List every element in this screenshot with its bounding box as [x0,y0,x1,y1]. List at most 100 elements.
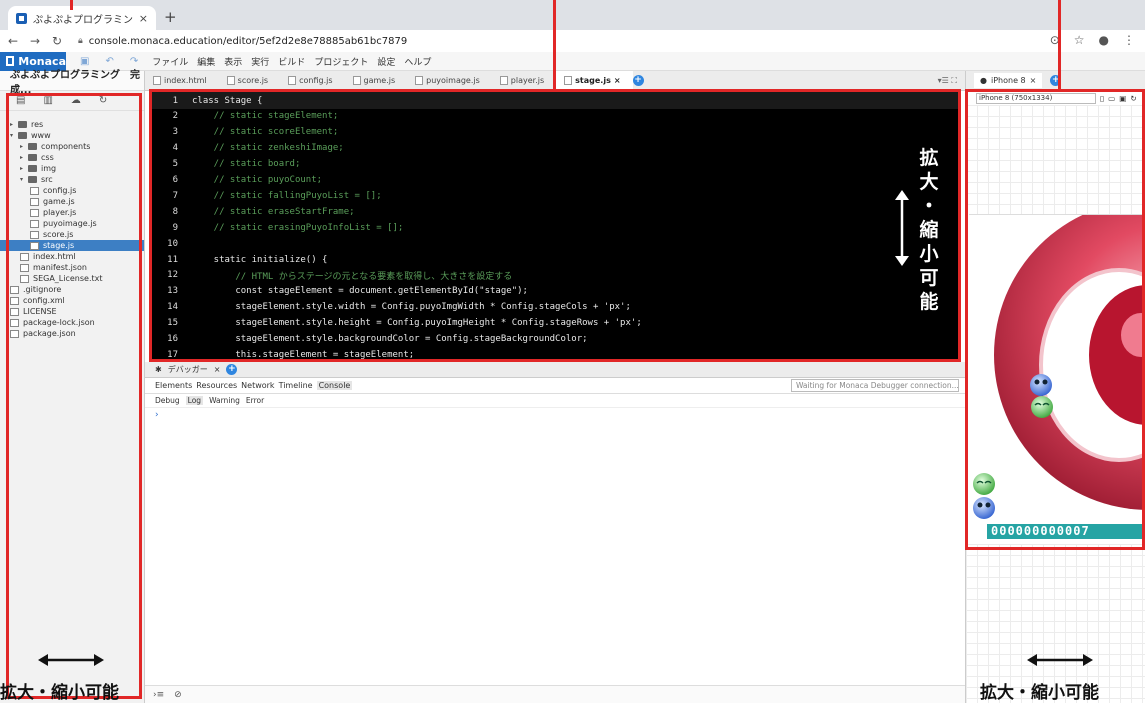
browser-tab[interactable]: ぷよぷよプログラミング 完成 × [8,6,156,30]
tree-file[interactable]: puyoimage.js [0,218,144,229]
debugger-tab[interactable]: Network [241,381,274,390]
menu-item[interactable]: 編集 [197,55,215,68]
more-menu-icon[interactable]: ⋮ [1123,33,1135,47]
debugger-status-select[interactable]: Waiting for Monaca Debugger connection..… [791,379,959,392]
url-text[interactable]: console.monaca.education/editor/5ef2d2e8… [89,36,407,47]
expand-arrow-icon[interactable]: ▸ [20,143,28,150]
debugger-tab[interactable]: Resources [196,381,237,390]
add-tab-icon[interactable]: + [632,75,644,86]
close-preview-icon[interactable]: × [1030,76,1037,85]
tree-file[interactable]: stage.js [0,240,144,251]
debugger-tab[interactable]: Console [316,381,353,390]
console-prompt[interactable]: › [145,408,965,420]
device-select[interactable]: iPhone 8 (750x1334) [976,92,1096,104]
expand-arrow-icon[interactable]: ▾ [10,132,18,139]
tree-file[interactable]: LICENSE [0,306,144,317]
editor-tab[interactable]: puyoimage.js [407,71,492,91]
file-icon [30,219,39,228]
landscape-icon[interactable]: ▭ [1108,94,1115,103]
new-folder-icon[interactable]: ▥ [43,95,52,106]
add-panel-icon[interactable]: + [226,364,238,375]
forward-icon[interactable]: → [26,34,44,48]
tree-file[interactable]: player.js [0,207,144,218]
log-level-tab[interactable]: Log [185,396,204,405]
bookmark-star-icon[interactable]: ☆ [1074,33,1085,47]
code-text: // static eraseStartFrame; [192,206,355,217]
app-menu-bar: Monaca ▣ ↶ ↷ ファイル 編集 表示 実行 ビルド プロジェクト 設定 ヘルプ [0,51,1145,71]
main-menu: ファイル 編集 表示 実行 ビルド プロジェクト 設定 ヘルプ [152,55,431,68]
close-tab-icon[interactable]: × [139,12,148,25]
tree-file[interactable]: package-lock.json [0,317,144,328]
menu-item[interactable]: 設定 [377,55,395,68]
editor-tab[interactable]: score.js [219,71,280,91]
tree-file[interactable]: score.js [0,229,144,240]
file-icon [10,285,19,294]
editor-tab-label: config.js [299,76,333,85]
close-debugger-icon[interactable]: × [214,365,221,374]
editor-tab[interactable]: config.js [280,71,344,91]
editor-tab[interactable]: index.html [145,71,219,91]
expand-arrow-icon[interactable]: ▸ [20,154,28,161]
reload-icon[interactable]: ↻ [48,34,66,48]
tree-file[interactable]: SEGA_License.txt [0,273,144,284]
debugger-tab[interactable]: Timeline [279,381,313,390]
log-level-tab[interactable]: Debug [155,396,180,405]
tree-file[interactable]: index.html [0,251,144,262]
menu-item[interactable]: 表示 [224,55,242,68]
portrait-icon[interactable]: ▯ [1100,94,1104,103]
log-level-tab[interactable]: Warning [209,396,240,405]
console-input-icon[interactable]: ›≡ [153,690,164,700]
horizontal-resize-arrow-left-icon [38,654,104,666]
editor-tab[interactable]: game.js [345,71,408,91]
code-text: stageElement.style.backgroundColor = Con… [192,334,588,344]
menu-item[interactable]: プロジェクト [314,55,368,68]
tree-folder[interactable]: ▸ res [0,119,144,130]
tree-file[interactable]: .gitignore [0,284,144,295]
menu-item[interactable]: 実行 [251,55,269,68]
reload-preview-icon[interactable]: ↻ [1130,94,1136,103]
editor-tab[interactable]: stage.js × [556,70,633,91]
editor-tab[interactable]: player.js [492,71,556,91]
log-level-tab[interactable]: Error [246,396,264,405]
editor-tab-label: score.js [237,76,269,85]
file-icon [10,296,19,305]
expand-arrow-icon[interactable]: ▸ [20,165,28,172]
tree-folder[interactable]: ▸ components [0,141,144,152]
tree-file[interactable]: config.js [0,185,144,196]
refresh-icon[interactable]: ↻ [99,95,107,106]
vertical-resize-label: 拡大・縮小可能 [917,146,941,314]
puyo-blue-bottom [973,497,995,519]
tree-folder[interactable]: ▸ css [0,152,144,163]
code-text: static initialize() { [192,254,328,265]
clear-console-icon[interactable]: ⊘ [174,690,182,700]
tree-item-label: res [31,120,44,129]
new-file-icon[interactable]: ▤ [16,95,25,106]
tree-file[interactable]: config.xml [0,295,144,306]
tree-item-label: www [31,131,51,140]
screenshot-icon[interactable]: ▣ [1119,94,1126,103]
expand-arrow-icon[interactable]: ▸ [10,121,18,128]
menu-item[interactable]: ヘルプ [404,55,431,68]
tree-folder[interactable]: ▾ www [0,130,144,141]
folder-icon [28,154,37,161]
tree-folder[interactable]: ▾ src [0,174,144,185]
close-editor-tab-icon[interactable]: × [614,76,621,85]
tree-file[interactable]: manifest.json [0,262,144,273]
upload-icon[interactable]: ☁ [71,95,81,106]
preview-tab[interactable]: ● iPhone 8 × [974,73,1043,88]
tree-file[interactable]: game.js [0,196,144,207]
new-tab-icon[interactable]: + [164,8,177,26]
debugger-tab[interactable]: Elements [155,381,192,390]
game-stage [973,215,1145,519]
code-line: 1 class Stage { [152,92,958,109]
menu-item[interactable]: ビルド [278,55,305,68]
tree-file[interactable]: package.json [0,328,144,339]
back-icon[interactable]: ← [4,34,22,48]
profile-icon[interactable]: ● [1099,33,1109,47]
device-screen[interactable]: 000000000007 [969,214,1145,544]
tree-folder[interactable]: ▸ img [0,163,144,174]
code-editor[interactable]: 1 class Stage {2 // static stageElement; 3… [152,91,958,359]
menu-item[interactable]: ファイル [152,55,188,68]
pane-menu-icon[interactable]: ▾☰ ⛶ [938,76,957,86]
expand-arrow-icon[interactable]: ▾ [20,176,28,183]
